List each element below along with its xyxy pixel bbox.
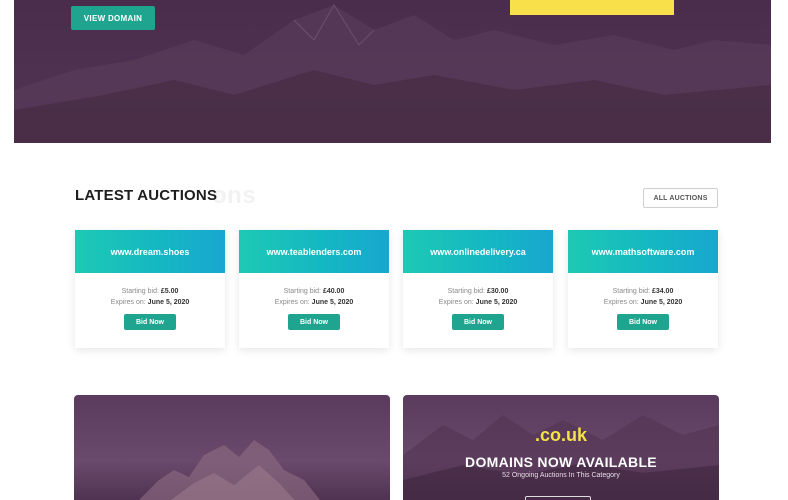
auction-card[interactable]: www.dream.shoes Starting bid: £5.00 Expi… [75, 230, 225, 348]
starting-bid-value: £34.00 [651, 288, 674, 295]
expires-value: June 5, 2020 [311, 299, 354, 306]
expires-label: Expires on: [438, 299, 474, 306]
starting-bid-line: Starting bid: £30.00 [403, 286, 553, 297]
bid-now-button[interactable]: Bid Now [452, 314, 504, 330]
domain-extension: .co.uk [534, 425, 587, 445]
expires-line: Expires on: June 5, 2020 [403, 297, 553, 308]
bid-now-button[interactable]: Bid Now [124, 314, 176, 330]
auction-domain[interactable]: www.dream.shoes [75, 230, 225, 273]
auction-domain[interactable]: www.onlinedelivery.ca [403, 230, 553, 273]
category-banner-right[interactable]: .co.uk DOMAINS NOW AVAILABLE 52 Ongoing … [403, 395, 719, 500]
starting-bid-value: £40.00 [322, 288, 345, 295]
expires-line: Expires on: June 5, 2020 [75, 297, 225, 308]
bid-now-button[interactable]: Bid Now [288, 314, 340, 330]
starting-bid-label: Starting bid: [121, 288, 159, 295]
expires-line: Expires on: June 5, 2020 [568, 297, 718, 308]
auction-domain[interactable]: www.mathsoftware.com [568, 230, 718, 273]
section-ghost-text: ons [212, 182, 257, 209]
starting-bid-line: Starting bid: £40.00 [239, 286, 389, 297]
expires-label: Expires on: [110, 299, 146, 306]
bid-now-button[interactable]: Bid Now [617, 314, 669, 330]
hero-highlight-button[interactable] [510, 0, 674, 15]
section-title: LATEST AUCTIONS [75, 187, 218, 204]
rock-spires-image [139, 440, 320, 500]
starting-bid-label: Starting bid: [283, 288, 321, 295]
expires-line: Expires on: June 5, 2020 [239, 297, 389, 308]
starting-bid-line: Starting bid: £5.00 [75, 286, 225, 297]
starting-bid-label: Starting bid: [447, 288, 485, 295]
view-domain-button[interactable]: VIEW DOMAIN [71, 6, 155, 30]
all-auctions-button[interactable]: ALL AUCTIONS [643, 188, 718, 208]
auction-card[interactable]: www.teablenders.com Starting bid: £40.00… [239, 230, 389, 348]
starting-bid-line: Starting bid: £34.00 [568, 286, 718, 297]
promo-title: DOMAINS NOW AVAILABLE [465, 454, 657, 470]
auction-card[interactable]: www.onlinedelivery.ca Starting bid: £30.… [403, 230, 553, 348]
starting-bid-value: £5.00 [160, 288, 179, 295]
auction-card[interactable]: www.mathsoftware.com Starting bid: £34.0… [568, 230, 718, 348]
expires-label: Expires on: [603, 299, 639, 306]
promo-subtitle: 52 Ongoing Auctions In This Category [502, 472, 620, 479]
starting-bid-value: £30.00 [486, 288, 509, 295]
expires-value: June 5, 2020 [475, 299, 518, 306]
expires-value: June 5, 2020 [147, 299, 190, 306]
expires-value: June 5, 2020 [640, 299, 683, 306]
expires-label: Expires on: [274, 299, 310, 306]
hero-banner: VIEW DOMAIN [14, 0, 771, 143]
auction-domain[interactable]: www.teablenders.com [239, 230, 389, 273]
mountain-lake-image [403, 415, 719, 500]
promo-button[interactable] [525, 496, 591, 500]
category-banner-left[interactable] [74, 395, 390, 500]
starting-bid-label: Starting bid: [612, 288, 650, 295]
